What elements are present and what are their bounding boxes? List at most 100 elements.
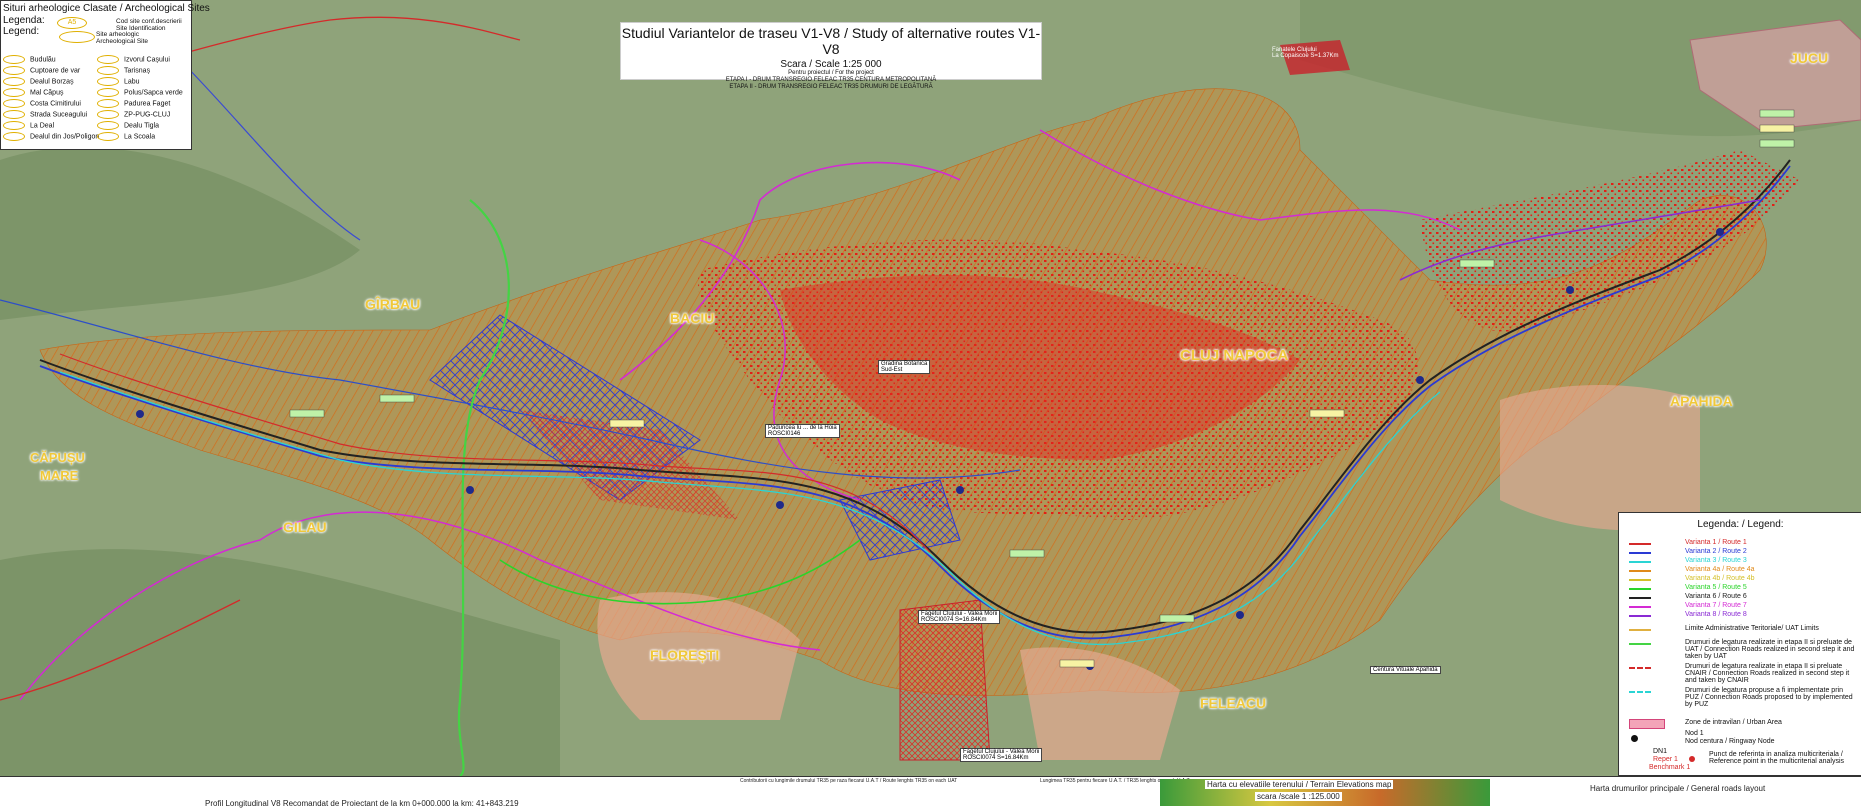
annotation-rosci-2-line2: ROSCI0074 S=16.84Km [963, 755, 1029, 761]
site-icon [3, 99, 25, 108]
place-label-jucu: JUCU [1790, 50, 1829, 66]
site-icon [97, 77, 119, 86]
contributors-label: Contributorii cu lungimile drumului TR35… [740, 778, 958, 784]
route-swatch [1629, 543, 1651, 545]
legend-route-label: Varianta 1 / Route 1 [1685, 539, 1747, 546]
site-item: Budulău [3, 55, 56, 64]
site-item: Padurea Faget [97, 99, 170, 108]
place-label-gilau: GILAU [283, 519, 327, 535]
legend-connection-cnair-text: Drumuri de legatura realizate in etapa I… [1685, 663, 1850, 684]
elevation-map-scale: scara /scale 1 :125.000 [1255, 792, 1342, 801]
site-item: Dealul Borzaș [3, 77, 74, 86]
node-icon[interactable] [1236, 611, 1244, 619]
key-site-identification: Cod site conf.descrierii Site Identifica… [116, 18, 182, 32]
site-icon [97, 132, 119, 141]
node-icon[interactable] [776, 501, 784, 509]
bottom-strip: Profil Longitudinal V8 Recomandat de Pro… [0, 776, 1861, 808]
legend-route-label: Varianta 5 / Route 5 [1685, 584, 1747, 591]
site-item: La Deal [3, 121, 54, 130]
protected-area-rosci [899, 599, 991, 761]
place-label-floresti: FLOREȘTI [650, 647, 720, 663]
map-title: Studiul Variantelor de traseu V1-V8 / St… [621, 25, 1041, 57]
annotation-rosci-2: Fagetul Clujului - Valea Morii ROSCI0074… [960, 748, 1043, 762]
site-icon [3, 66, 25, 75]
site-item: Cuptoare de var [3, 66, 80, 75]
site-icon [3, 77, 25, 86]
route-swatch [1629, 691, 1651, 693]
legend-route-label: Varianta 3 / Route 3 [1685, 557, 1747, 564]
site-icon [3, 55, 25, 64]
site-item: Dealu Tigla [97, 121, 159, 130]
node-icon[interactable] [1716, 228, 1724, 236]
project-stage-2: ETAPA II - DRUM TRANSREGIO FELEAC TR35 D… [729, 84, 933, 90]
site-item: Polus/Sapca verde [97, 88, 183, 97]
route-swatch [1629, 615, 1651, 617]
route-swatch [1629, 667, 1651, 669]
route-swatch [1629, 588, 1651, 590]
route-swatch [1629, 643, 1651, 645]
route-swatch [1629, 606, 1651, 608]
annotation-rosci-1: Fagetul Clujului - Valea Morii ROSCI0074… [918, 610, 1001, 624]
site-icon [97, 88, 119, 97]
legend-route-label: Varianta 2 / Route 2 [1685, 548, 1747, 555]
site-icon [97, 121, 119, 130]
site-item: Tarisnaș [97, 66, 150, 75]
legend-urban-area-text: Zone de intravilan / Urban Area [1685, 719, 1782, 726]
elevation-map-title: Harta cu elevatiile terenului / Terrain … [1205, 780, 1394, 789]
place-label-girbau: GÎRBAU [365, 296, 421, 312]
site-icon [3, 88, 25, 97]
annotation-centura: Centura Vituale Apahida [1370, 666, 1441, 674]
node-icon[interactable] [466, 486, 474, 494]
place-label-baciu: BACIU [670, 310, 715, 326]
site-code-badge: A5 [67, 19, 77, 26]
node-icon[interactable] [1416, 376, 1424, 384]
reference-point-icon [1689, 756, 1695, 762]
legend-route-label: Varianta 4b / Route 4b [1685, 575, 1755, 582]
site-item: Mal Căpuș [3, 88, 63, 97]
legend-route-label: Varianta 4a / Route 4a [1685, 566, 1755, 573]
legend-uat-limits-text: Limite Administrative Teritoriale/ UAT L… [1685, 625, 1819, 632]
annotation-fanatele: Fanatele Clujului La Copaiscoe S=1.37Km [1270, 47, 1341, 59]
legend-node-text: Nod centura / Ringway Node [1685, 738, 1775, 745]
site-item: ZP-PUG-CLUJ [97, 110, 170, 119]
node-icon[interactable] [956, 486, 964, 494]
route-legend: Legenda: / Legend: Varianta 1 / Route 1 V… [1618, 512, 1861, 776]
site-icon [3, 132, 25, 141]
key-archeological-site: Site arheologic Archeological Site [96, 31, 149, 45]
annotation-paduricea: Paduricea lu ... de la Hoia ROSCI0146 [765, 424, 840, 438]
site-icon [97, 110, 119, 119]
site-item: La Scoala [97, 132, 155, 141]
site-item: Labu [97, 77, 140, 86]
route-swatch [1629, 561, 1651, 563]
urban-area-swatch [1629, 719, 1665, 729]
annotation-fanatele-line2: La Copaiscoe S=1.37Km [1272, 53, 1339, 59]
annotation-gradina-line2: Sud-Est [881, 367, 903, 373]
site-icon [3, 110, 25, 119]
route-swatch [1629, 629, 1651, 631]
site-item: Dealul din Jos/Poligon [3, 132, 99, 141]
node-icon [1631, 735, 1638, 742]
route-swatch [1629, 579, 1651, 581]
archaeology-legend-legend: Legend: [3, 26, 40, 37]
place-label-capusu-mare: MARE [40, 468, 79, 483]
legend-route-label: Varianta 6 / Route 6 [1685, 593, 1747, 600]
map-canvas[interactable] [0, 0, 1861, 807]
archaeology-legend-legenda: Legenda: [3, 15, 45, 26]
site-icon [97, 66, 119, 75]
annotation-paduricea-line2: ROSCI0146 [768, 431, 801, 437]
node-icon[interactable] [1566, 286, 1574, 294]
legend-benchmark: Benchmark 1 [1649, 764, 1691, 771]
site-outline-icon [59, 31, 95, 43]
site-icon [97, 99, 119, 108]
annotation-gradina: Gradina Botanica Sud-Est [878, 360, 931, 374]
site-code-icon: A5 [57, 17, 87, 29]
route-swatch [1629, 597, 1651, 599]
legend-route-label: Varianta 7 / Route 7 [1685, 602, 1747, 609]
annotation-rosci-1-line2: ROSCI0074 S=16.84Km [921, 617, 987, 623]
node-icon[interactable] [136, 410, 144, 418]
legend-reper: Reper 1 [1653, 756, 1678, 763]
map-scale: Scara / Scale 1:25 000 [780, 59, 882, 70]
project-stage-1: ETAPA I - DRUM TRANSREGIO FELEAC TR35 CE… [725, 77, 937, 83]
place-label-cluj-napoca: CLUJ NAPOCA [1180, 347, 1289, 364]
site-icon [97, 55, 119, 64]
